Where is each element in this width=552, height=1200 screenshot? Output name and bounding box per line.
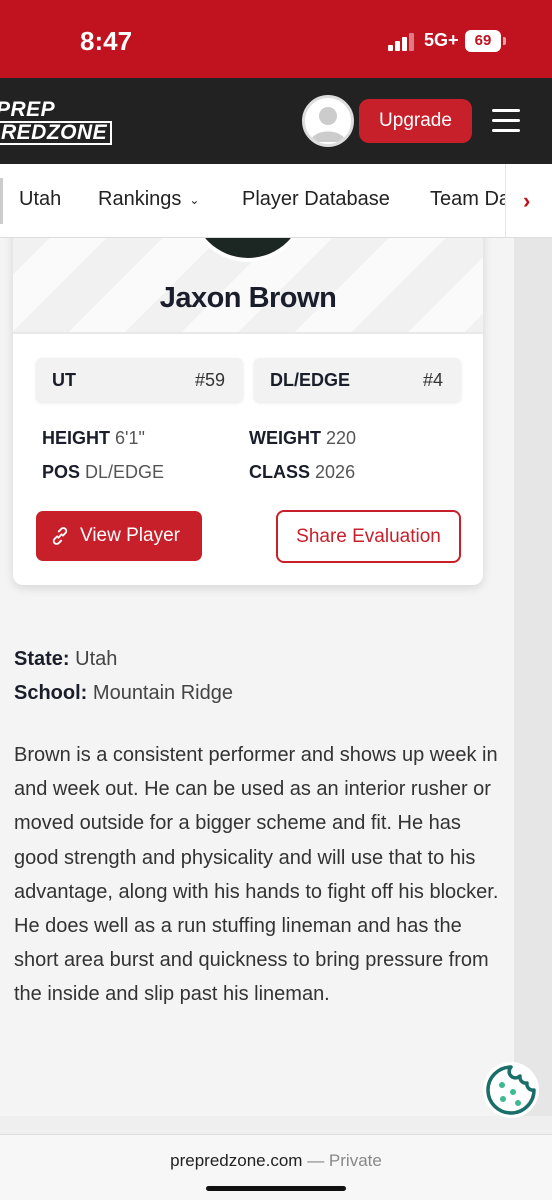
network-label: 5G+ [424,30,459,50]
chevron-right-icon[interactable]: › [523,188,530,214]
upgrade-button[interactable]: Upgrade [359,99,472,143]
height-attr: HEIGHT 6'1" [42,428,145,449]
player-name: Jaxon Brown [159,282,337,314]
chevron-down-icon: ⌄ [189,192,200,207]
view-player-label: View Player [80,525,180,546]
weight-attr: WEIGHT 220 [249,428,356,449]
nav-item-team-database[interactable]: Team Da [430,188,510,211]
player-card-header: Jaxon Brown [13,238,483,334]
pos-label: POS [42,462,81,482]
cookie-settings-icon[interactable] [482,1061,540,1119]
school-value: Mountain Ridge [92,682,233,704]
app-header: PREP REDZONE Upgrade [0,78,552,164]
battery-tip [503,37,506,45]
menu-icon[interactable] [492,109,520,133]
state-value: Utah [75,648,118,670]
share-evaluation-button[interactable]: Share Evaluation [276,510,461,563]
browser-bottom-bar: prepredzone.com — Private [0,1134,552,1200]
player-photo [188,238,308,262]
page-scrollbar[interactable] [514,238,552,1116]
avatar[interactable] [302,95,354,147]
state-rank-label: UT [52,370,76,390]
state-line: State: Utah [14,648,117,671]
class-label: CLASS [249,462,311,482]
signal-icon [388,31,416,51]
class-value: 2026 [315,462,356,482]
nav-item-utah[interactable]: Utah [19,188,61,211]
weight-label: WEIGHT [249,428,321,448]
nav-item-rankings[interactable]: Rankings ⌄ [98,188,199,211]
state-rank-value: #59 [194,370,225,390]
view-player-button[interactable]: View Player [36,511,202,561]
link-icon [52,527,68,545]
logo-line2: REDZONE [0,121,113,145]
height-value: 6'1" [115,428,145,448]
state-rank-badge: UT #59 [36,358,243,402]
nav-scroll-edge [0,178,3,224]
class-attr: CLASS 2026 [249,462,355,483]
nav-item-player-database[interactable]: Player Database [242,188,390,211]
article-content: Jaxon Brown UT #59 DL/EDGE #4 HEIGHT 6'1… [0,238,514,1116]
user-avatar-icon [310,107,346,142]
nav-item-rankings-label: Rankings [98,188,182,210]
battery-icon: 69 [465,30,501,52]
url-domain: prepredzone.com [170,1151,303,1170]
prepredzone-logo[interactable]: PREP REDZONE [0,98,113,145]
height-label: HEIGHT [42,428,111,448]
position-rank-badge: DL/EDGE #4 [254,358,461,402]
cookie-icon [483,1062,539,1118]
address-bar[interactable]: prepredzone.com — Private [0,1151,552,1171]
school-label: School: [14,682,88,704]
logo-line1: PREP [0,98,56,121]
state-label: State: [14,648,70,670]
home-indicator[interactable] [206,1186,346,1191]
position-rank-label: DL/EDGE [270,370,351,390]
main-nav: Utah Rankings ⌄ Player Database Team Da › [0,164,552,238]
status-bar: 8:47 5G+ 69 [0,0,552,78]
private-label: — Private [302,1151,382,1170]
evaluation-text: Brown is a consistent performer and show… [14,744,499,1006]
position-rank-value: #4 [422,370,443,390]
school-line: School: Mountain Ridge [14,682,233,705]
pos-attr: POS DL/EDGE [42,462,164,483]
weight-value: 220 [326,428,357,448]
status-time: 8:47 [80,26,133,56]
player-card: Jaxon Brown UT #59 DL/EDGE #4 HEIGHT 6'1… [13,238,483,585]
pos-value: DL/EDGE [85,462,165,482]
